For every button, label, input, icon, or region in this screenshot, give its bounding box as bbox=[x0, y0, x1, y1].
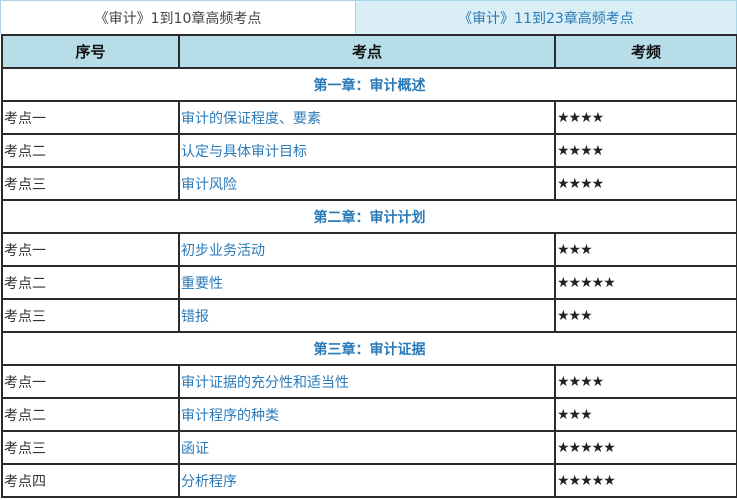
table-row: 考点四 分析程序 ★★★★★ bbox=[1, 463, 737, 498]
tab-bar: 《审计》1到10章高频考点 《审计》11到23章高频考点 bbox=[0, 0, 737, 34]
topic-link[interactable]: 初步业务活动 bbox=[178, 232, 556, 267]
topic-link[interactable]: 认定与具体审计目标 bbox=[178, 133, 556, 168]
frequency-stars: ★★★★ bbox=[554, 364, 737, 399]
topic-link[interactable]: 函证 bbox=[178, 430, 556, 465]
topic-link[interactable]: 分析程序 bbox=[178, 463, 556, 498]
topic-link[interactable]: 审计风险 bbox=[178, 166, 556, 201]
tab-chapters-11-23[interactable]: 《审计》11到23章高频考点 bbox=[355, 1, 736, 34]
topic-link[interactable]: 审计的保证程度、要素 bbox=[178, 100, 556, 135]
key-points-table: 序号 考点 考频 第一章：审计概述 考点一 审计的保证程度、要素 ★★★★ 考点二 认定与… bbox=[1, 34, 737, 498]
point-number: 考点一 bbox=[1, 232, 180, 267]
table-row: 考点二 审计程序的种类 ★★★ bbox=[1, 397, 737, 432]
header-number: 序号 bbox=[1, 34, 180, 69]
header-frequency: 考频 bbox=[554, 34, 737, 69]
table-row: 考点三 函证 ★★★★★ bbox=[1, 430, 737, 465]
tab-chapters-1-10[interactable]: 《审计》1到10章高频考点 bbox=[1, 1, 355, 34]
frequency-stars: ★★★★★ bbox=[554, 265, 737, 300]
frequency-stars: ★★★★ bbox=[554, 133, 737, 168]
point-number: 考点二 bbox=[1, 397, 180, 432]
frequency-stars: ★★★ bbox=[554, 298, 737, 333]
table-row: 考点三 审计风险 ★★★★ bbox=[1, 166, 737, 201]
topic-link[interactable]: 审计证据的充分性和适当性 bbox=[178, 364, 556, 399]
topic-link[interactable]: 重要性 bbox=[178, 265, 556, 300]
point-number: 考点三 bbox=[1, 298, 180, 333]
chapter-heading: 第二章：审计计划 bbox=[1, 199, 737, 234]
chapter-heading: 第一章：审计概述 bbox=[1, 67, 737, 102]
point-number: 考点三 bbox=[1, 430, 180, 465]
frequency-stars: ★★★★★ bbox=[554, 430, 737, 465]
point-number: 考点四 bbox=[1, 463, 180, 498]
point-number: 考点一 bbox=[1, 364, 180, 399]
table-row: 考点一 审计证据的充分性和适当性 ★★★★ bbox=[1, 364, 737, 399]
topic-link[interactable]: 错报 bbox=[178, 298, 556, 333]
point-number: 考点二 bbox=[1, 265, 180, 300]
frequency-stars: ★★★★ bbox=[554, 166, 737, 201]
table-row: 考点三 错报 ★★★ bbox=[1, 298, 737, 333]
frequency-stars: ★★★ bbox=[554, 397, 737, 432]
table-row: 考点一 审计的保证程度、要素 ★★★★ bbox=[1, 100, 737, 135]
chapter-heading: 第三章：审计证据 bbox=[1, 331, 737, 366]
frequency-stars: ★★★ bbox=[554, 232, 737, 267]
table-row: 考点二 认定与具体审计目标 ★★★★ bbox=[1, 133, 737, 168]
frequency-stars: ★★★★ bbox=[554, 100, 737, 135]
point-number: 考点二 bbox=[1, 133, 180, 168]
table-row: 考点二 重要性 ★★★★★ bbox=[1, 265, 737, 300]
point-number: 考点一 bbox=[1, 100, 180, 135]
point-number: 考点三 bbox=[1, 166, 180, 201]
table-row: 考点一 初步业务活动 ★★★ bbox=[1, 232, 737, 267]
header-topic: 考点 bbox=[178, 34, 556, 69]
topic-link[interactable]: 审计程序的种类 bbox=[178, 397, 556, 432]
frequency-stars: ★★★★★ bbox=[554, 463, 737, 498]
